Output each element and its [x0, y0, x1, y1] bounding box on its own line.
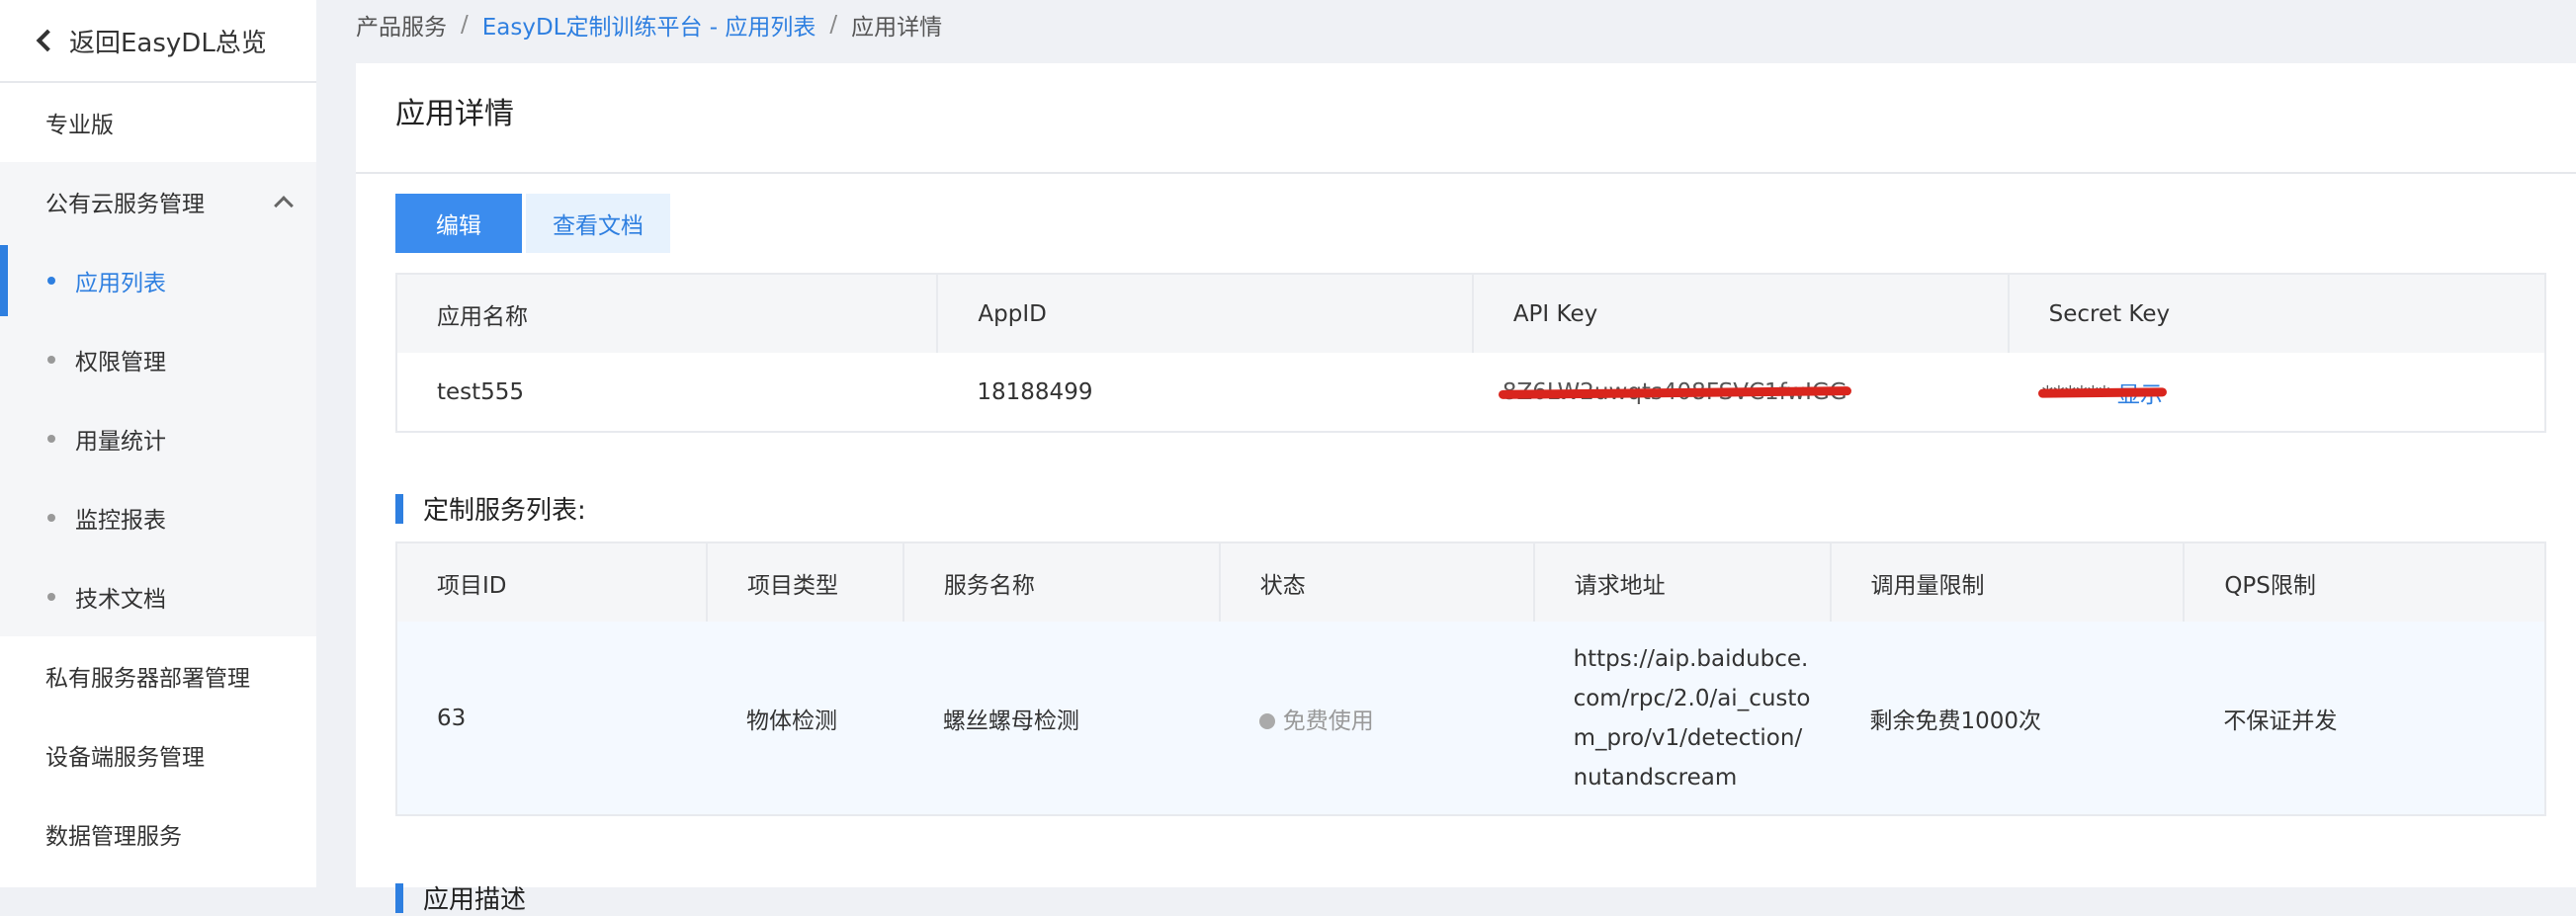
sidebar-group-public-cloud[interactable]: 公有云服务管理	[0, 162, 316, 241]
sidebar-item-tech-docs[interactable]: 技术文档	[0, 557, 316, 636]
sidebar: 返回EasyDL总览 专业版 公有云服务管理 应用列表 权限管理 用量统计 监控…	[0, 0, 316, 887]
column-header: 状态	[1219, 542, 1535, 622]
url-line: nutandscream	[1573, 764, 1738, 791]
breadcrumb-separator: /	[829, 12, 838, 38]
breadcrumb: 产品服务 / EasyDL定制训练平台 - 应用列表 / 应用详情	[356, 0, 942, 49]
table-header-row: 应用名称 AppID API Key Secret Key	[396, 274, 2545, 353]
app-info-table: 应用名称 AppID API Key Secret Key test555 18…	[395, 273, 2546, 433]
column-header: 项目类型	[706, 542, 904, 622]
project-type-cell: 物体检测	[745, 708, 837, 734]
column-header: 调用量限制	[1830, 542, 2186, 622]
page-title: 应用详情	[395, 97, 514, 131]
section-title-services: 定制服务列表:	[395, 490, 586, 527]
bullet-icon	[47, 514, 55, 522]
sidebar-item-data-management[interactable]: 数据管理服务	[0, 794, 316, 874]
custom-services-table: 项目ID 项目类型 服务名称 状态 请求地址 调用量限制 QPS限制 63 物体…	[395, 541, 2546, 816]
sidebar-item-label: 专业版	[45, 113, 114, 138]
back-link-label: 返回EasyDL总览	[69, 28, 267, 58]
column-header: Secret Key	[2048, 300, 2171, 327]
column-header: 应用名称	[396, 274, 939, 353]
secret-key-value: ****** 显示	[2037, 375, 2167, 409]
breadcrumb-item-current: 应用详情	[851, 15, 943, 41]
section-title-description: 应用描述	[395, 879, 526, 916]
section-accent-bar	[395, 882, 403, 913]
secret-key-cell: ****** 显示	[2009, 353, 2545, 432]
call-limit-cell: 剩余免费1000次	[1869, 708, 2042, 734]
sidebar-item-label: 数据管理服务	[45, 824, 182, 850]
sidebar-item-usage-stats[interactable]: 用量统计	[0, 399, 316, 478]
sidebar-item-label: 监控报表	[75, 508, 166, 534]
table-row: test555 18188499 8Z6LW2uwqts408FSVC1fwIG…	[396, 353, 2545, 432]
status-dot-icon	[1258, 712, 1275, 729]
project-id-cell: 63	[437, 705, 467, 731]
chevron-up-icon[interactable]	[274, 196, 294, 215]
section-title-text: 应用描述	[423, 885, 527, 915]
edit-button[interactable]: 编辑	[395, 194, 522, 253]
back-to-overview-link[interactable]: 返回EasyDL总览	[0, 0, 316, 83]
table-header-row: 项目ID 项目类型 服务名称 状态 请求地址 调用量限制 QPS限制	[396, 542, 2545, 622]
sidebar-item-device-service[interactable]: 设备端服务管理	[0, 715, 316, 794]
sidebar-item-professional[interactable]: 专业版	[0, 83, 316, 162]
breadcrumb-item-products[interactable]: 产品服务	[356, 8, 447, 42]
bullet-icon	[47, 277, 55, 285]
column-header: API Key	[1472, 274, 2010, 353]
sidebar-item-label: 技术文档	[75, 587, 166, 613]
sidebar-item-permissions[interactable]: 权限管理	[0, 320, 316, 399]
section-accent-bar	[395, 493, 403, 524]
service-name-cell: 螺丝螺母检测	[942, 708, 1079, 734]
status-badge: 免费使用	[1282, 708, 1374, 734]
sidebar-item-label: 私有服务器部署管理	[45, 666, 250, 692]
url-line: https://aip.baidubce.	[1573, 645, 1809, 672]
column-header: 请求地址	[1533, 542, 1832, 622]
column-header: 项目ID	[396, 542, 708, 622]
bullet-icon	[47, 593, 55, 601]
status-cell: 免费使用	[1220, 622, 1534, 815]
section-title-text: 定制服务列表:	[423, 496, 586, 526]
sidebar-item-monitoring[interactable]: 监控报表	[0, 478, 316, 557]
sidebar-item-label: 应用列表	[75, 271, 166, 296]
app-id-cell: 18188499	[977, 378, 1093, 405]
table-row: 63 物体检测 螺丝螺母检测 免费使用 https://aip.baidubce…	[396, 622, 2545, 815]
bullet-icon	[47, 356, 55, 364]
breadcrumb-item-app-list[interactable]: EasyDL定制训练平台 - 应用列表	[482, 8, 816, 42]
sidebar-item-private-server[interactable]: 私有服务器部署管理	[0, 636, 316, 715]
column-header: AppID	[937, 274, 1474, 353]
api-key-value: 8Z6LW2uwqts408FSVC1fwIGG	[1498, 379, 1851, 405]
sidebar-item-label: 设备端服务管理	[45, 745, 205, 771]
breadcrumb-separator: /	[461, 12, 469, 38]
sidebar-item-label: 权限管理	[75, 350, 166, 375]
bullet-icon	[47, 435, 55, 443]
column-header: QPS限制	[2224, 572, 2316, 599]
main-panel: 应用详情 编辑 查看文档 应用名称 AppID API Key Secret K…	[356, 63, 2576, 915]
sidebar-item-label: 用量统计	[75, 429, 166, 455]
column-header: 服务名称	[902, 542, 1221, 622]
qps-limit-cell: 不保证并发	[2223, 708, 2338, 734]
redaction-mark	[2037, 386, 2167, 398]
url-line: com/rpc/2.0/ai_custo	[1573, 685, 1811, 711]
url-line: m_pro/v1/detection/	[1573, 724, 1803, 751]
api-key-cell: 8Z6LW2uwqts408FSVC1fwIGG	[1473, 353, 2009, 432]
view-docs-button[interactable]: 查看文档	[526, 194, 670, 253]
sidebar-item-app-list[interactable]: 应用列表	[0, 241, 316, 320]
request-url-cell: https://aip.baidubce. com/rpc/2.0/ai_cus…	[1534, 622, 1831, 815]
app-name-cell: test555	[437, 378, 525, 405]
sidebar-item-label: 公有云服务管理	[45, 192, 205, 217]
chevron-left-icon	[36, 29, 59, 52]
divider	[356, 172, 2576, 174]
